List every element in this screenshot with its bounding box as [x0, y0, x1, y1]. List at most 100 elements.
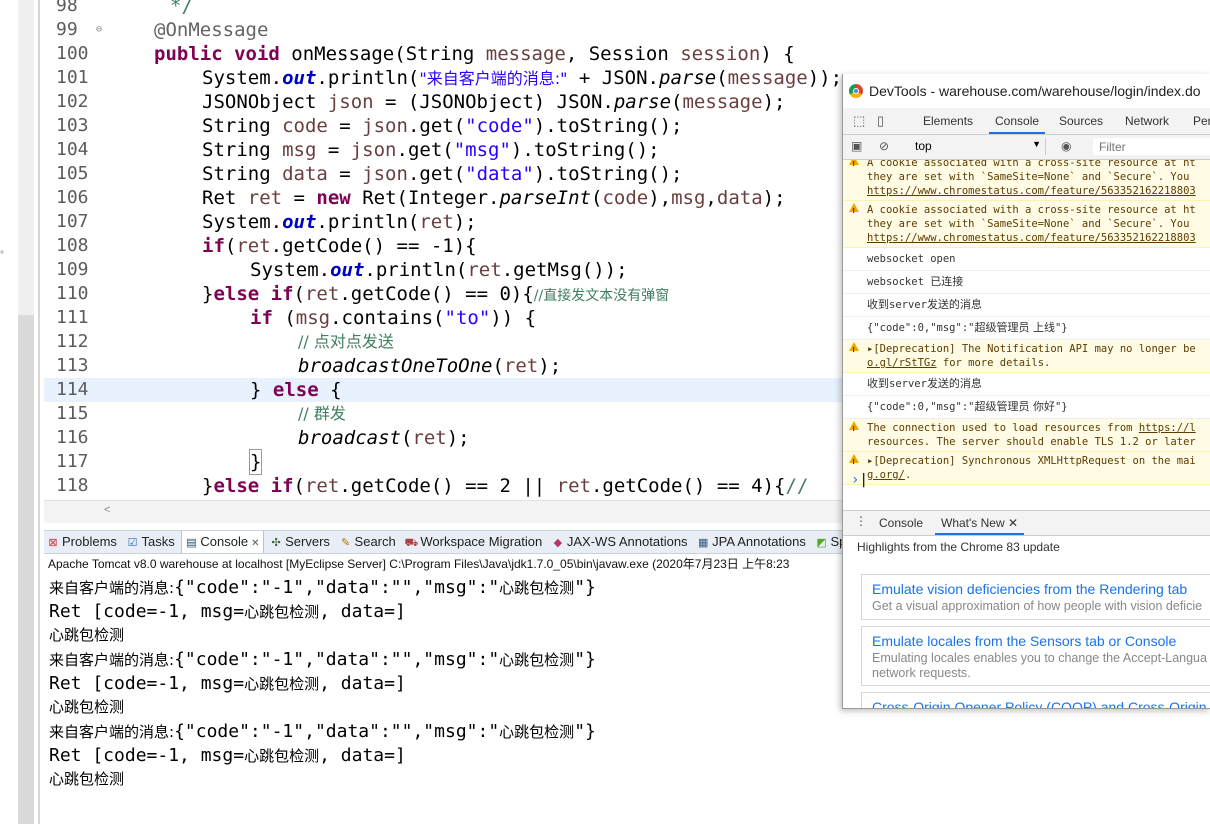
filter-input[interactable] — [1093, 138, 1210, 155]
token: } — [202, 475, 214, 497]
line-number: 117 — [56, 451, 89, 472]
card-description: Get a visual approximation of how people… — [872, 599, 1203, 613]
tab-label: JAX-WS Annotations — [566, 534, 688, 549]
drawer-tab-whats-new[interactable]: What's New ✕ — [935, 511, 1025, 535]
message-link[interactable]: https://www.chromestatus.com/feature/563… — [867, 184, 1210, 198]
console-output[interactable]: 来自客户端的消息:{"code":"-1","data":"","msg":"心… — [44, 576, 844, 824]
tab-elements[interactable]: Elements — [923, 108, 973, 134]
tab-network[interactable]: Network — [1125, 108, 1169, 134]
tab-jax-ws-annotations[interactable]: ◆ JAX-WS Annotations — [549, 531, 691, 553]
field: out — [282, 67, 317, 89]
tab-spring[interactable]: ◩Sprin — [813, 531, 844, 553]
devtools-title-bar[interactable]: DevTools - warehouse.com/warehouse/login… — [843, 74, 1210, 108]
line-number: 112 — [56, 331, 89, 352]
console-line: 来自客户端的消息:{"code":"-1","data":"","msg":"心… — [44, 720, 844, 744]
token: .get( — [396, 139, 454, 161]
console-line: 心跳包检测 — [49, 699, 125, 716]
token: } — [202, 283, 214, 305]
token: System. — [202, 67, 283, 89]
console-messages[interactable]: A cookie associated with a cross-site re… — [843, 160, 1210, 494]
devtools-title: DevTools - warehouse.com/warehouse/login… — [869, 83, 1201, 99]
editor-horizontal-scrollbar[interactable]: < — [44, 500, 844, 523]
output-text: , data=] — [319, 745, 406, 766]
message-link[interactable]: https://www.chromestatus.com/feature/563… — [867, 231, 1210, 245]
token: ); — [762, 187, 786, 209]
drawer-tab-console[interactable]: Console — [879, 511, 923, 535]
code-text: JSONObject json = (JSONObject) JSON.pars… — [202, 90, 785, 114]
code-line-110: 110}else if(ret.getCode() == 0){//直接发文本没… — [44, 282, 844, 306]
tasks-icon: ☑ — [127, 537, 138, 549]
variable: message — [727, 67, 808, 89]
variable: session — [680, 43, 761, 65]
console-prompt-icon[interactable]: ›| — [851, 472, 868, 488]
console-line: 来自客户端的消息:{"code":"-1","data":"","msg":"心… — [44, 648, 844, 672]
line-number: 114 — [56, 379, 89, 400]
left-scrollbar-thumb[interactable] — [18, 315, 34, 824]
token: ( — [716, 67, 728, 89]
clear-console-icon[interactable]: ⊘ — [879, 139, 889, 153]
code-line-114: 114} else { — [44, 378, 844, 402]
message-text: 收到 — [867, 377, 889, 390]
comment: // 群发 — [298, 404, 346, 423]
device-toolbar-icon[interactable]: ▯ — [877, 113, 884, 129]
tab-tasks[interactable]: ☑ Tasks — [124, 531, 178, 553]
variable: msg — [295, 307, 331, 329]
code-text: broadcast(ret); — [298, 426, 470, 450]
line-number: 113 — [56, 355, 89, 376]
card-title[interactable]: Emulate locales from the Sensors tab or … — [872, 631, 1210, 651]
token: String — [202, 139, 283, 161]
console-warning: ▸[Deprecation] Synchronous XMLHttpReques… — [843, 452, 1210, 485]
token: .get( — [407, 163, 466, 185]
code-text: public void onMessage(String message, Se… — [154, 42, 795, 66]
token: .getCode() == -1){ — [270, 235, 477, 257]
line-number: 105 — [56, 163, 89, 184]
message-text: "} — [1054, 322, 1068, 334]
message-link[interactable]: o.gl/rStTGz — [867, 357, 937, 369]
context-select[interactable]: top ▼ — [909, 138, 1046, 155]
variable: ret — [412, 427, 447, 449]
whats-new-card[interactable]: Cross-Origin Opener Policy (COOP) and Cr… — [861, 692, 1210, 708]
message-text[interactable]: ▸[Deprecation] Synchronous XMLHttpReques… — [867, 454, 1210, 468]
sidebar-toggle-icon[interactable]: ▣ — [851, 139, 862, 153]
message-link[interactable]: https://l — [1139, 422, 1196, 434]
more-tools-icon[interactable]: ⋮ — [855, 514, 867, 528]
tab-performance[interactable]: Per — [1193, 108, 1210, 134]
close-icon[interactable]: ✕ — [251, 538, 259, 549]
tab-jpa-annotations[interactable]: ▦ JPA Annotations — [694, 531, 809, 553]
close-icon[interactable]: ✕ — [1008, 516, 1018, 530]
whats-new-card[interactable]: Emulate locales from the Sensors tab or … — [861, 626, 1210, 686]
message-text[interactable]: ▸[Deprecation] The Notification API may … — [867, 342, 1210, 356]
tab-sources[interactable]: Sources — [1059, 108, 1103, 134]
card-title[interactable]: Emulate vision deficiencies from the Ren… — [872, 579, 1210, 599]
tab-console[interactable]: ▤ Console ✕ — [181, 531, 264, 553]
message-link[interactable]: g.org/ — [867, 469, 905, 481]
output-text: {"code":"-1","data":"","msg":" — [174, 577, 500, 598]
tab-console[interactable]: Console — [989, 108, 1046, 134]
code-line-98: 98 */ — [44, 0, 844, 18]
method: parse — [613, 91, 672, 113]
line-number: 104 — [56, 139, 89, 160]
code-line-116: 116 broadcast(ret); — [44, 426, 844, 450]
whats-new-card[interactable]: Emulate vision deficiencies from the Ren… — [861, 574, 1210, 620]
code-text: String data = json.get("data").toString(… — [202, 162, 683, 186]
live-expression-eye-icon[interactable]: ◉ — [1061, 139, 1071, 153]
fold-icon[interactable]: ⊖ — [96, 18, 102, 42]
card-title[interactable]: Cross-Origin Opener Policy (COOP) and Cr… — [872, 697, 1210, 708]
code-text: @OnMessage — [154, 19, 269, 41]
card-description: network requests. — [872, 666, 971, 680]
line-number: 103 — [56, 115, 89, 136]
console-line: 心跳包检测 — [49, 771, 125, 788]
tab-servers[interactable]: ✣ Servers — [267, 531, 333, 553]
variable: json — [327, 91, 374, 113]
tab-workspace-migration[interactable]: ⛟ Workspace Migration — [402, 531, 545, 553]
warning-icon — [849, 342, 859, 357]
variable: code — [282, 115, 328, 137]
code-editor[interactable]: 98 */ 99 ⊖ @OnMessage 100 public void onMess… — [44, 0, 844, 500]
code-line-115: 115 // 群发 — [44, 402, 844, 426]
tab-search[interactable]: ✎ Search — [337, 531, 399, 553]
tab-problems[interactable]: ⊠ Problems — [44, 531, 120, 553]
scroll-left-icon[interactable]: < — [104, 504, 110, 516]
console-line: Ret [code=-1, msg=心跳包检测, data=] — [44, 600, 844, 624]
code-line-104: 104 String msg = json.get("msg").toString… — [44, 138, 844, 162]
inspect-element-icon[interactable]: ⬚ — [853, 113, 865, 129]
